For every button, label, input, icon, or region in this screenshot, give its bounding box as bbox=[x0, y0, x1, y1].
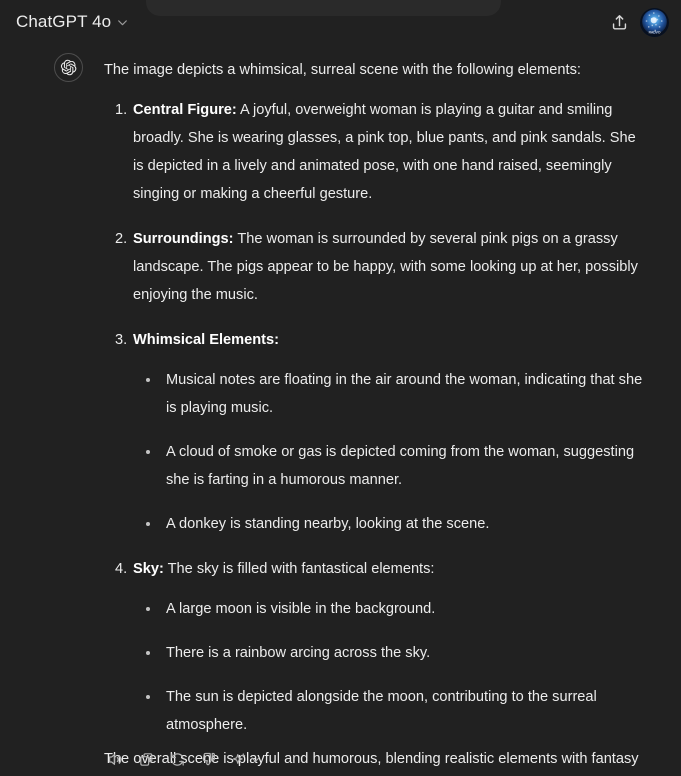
list-item: A donkey is standing nearby, looking at … bbox=[137, 510, 644, 538]
copy-icon bbox=[138, 751, 155, 768]
item-title: Central Figure: bbox=[133, 102, 237, 118]
intro-paragraph: The image depicts a whimsical, surreal s… bbox=[104, 62, 581, 78]
copy-button[interactable] bbox=[133, 746, 160, 773]
chevron-down-icon bbox=[251, 754, 261, 765]
item-title: Whimsical Elements: bbox=[133, 332, 279, 348]
model-switch-button[interactable] bbox=[226, 746, 263, 773]
assistant-message: The image depicts a whimsical, surreal s… bbox=[104, 56, 644, 776]
openai-logo-icon bbox=[60, 59, 77, 76]
avatar-label: RADVO bbox=[649, 30, 661, 34]
list-item: A cloud of smoke or gas is depicted comi… bbox=[137, 438, 644, 494]
assistant-avatar bbox=[54, 53, 83, 82]
user-avatar[interactable]: RADVO bbox=[640, 7, 669, 37]
list-item: Sky: The sky is filled with fantastical … bbox=[104, 555, 644, 739]
share-upload-icon bbox=[610, 13, 629, 32]
sparkle-icon bbox=[231, 751, 248, 768]
item-title: Surroundings: bbox=[133, 231, 234, 247]
item-title: Sky: bbox=[133, 561, 164, 577]
chevron-down-icon bbox=[116, 16, 129, 29]
list-item: A large moon is visible in the backgroun… bbox=[137, 595, 644, 623]
avatar-image: RADVO bbox=[640, 7, 669, 37]
share-button[interactable] bbox=[604, 7, 634, 37]
regenerate-button[interactable] bbox=[164, 746, 191, 773]
whimsical-sub-list: Musical notes are floating in the air ar… bbox=[137, 366, 644, 538]
refresh-icon bbox=[169, 751, 186, 768]
item-body: The sky is filled with fantastical eleme… bbox=[163, 561, 435, 577]
model-name-label: ChatGPT 4o bbox=[16, 12, 112, 31]
thumbs-down-icon bbox=[200, 751, 217, 768]
speaker-icon bbox=[107, 751, 124, 768]
read-aloud-button[interactable] bbox=[102, 746, 129, 773]
sparkle-button[interactable] bbox=[226, 746, 253, 773]
message-action-bar bbox=[102, 746, 263, 773]
list-item: Central Figure: A joyful, overweight wom… bbox=[104, 96, 644, 208]
model-switcher-button[interactable]: ChatGPT 4o bbox=[14, 8, 135, 36]
app-header: ChatGPT 4o RADVO bbox=[0, 0, 681, 44]
list-item: Musical notes are floating in the air ar… bbox=[137, 366, 644, 422]
thumbs-down-button[interactable] bbox=[195, 746, 222, 773]
sub-list-wrapper: Musical notes are floating in the air ar… bbox=[133, 366, 644, 538]
list-item: Surroundings: The woman is surrounded by… bbox=[104, 225, 644, 309]
list-item: Whimsical Elements: Musical notes are fl… bbox=[104, 326, 644, 538]
list-item: The sun is depicted alongside the moon, … bbox=[137, 683, 644, 739]
list-item: There is a rainbow arcing across the sky… bbox=[137, 639, 644, 667]
sub-list-wrapper: A large moon is visible in the backgroun… bbox=[133, 595, 644, 739]
sky-sub-list: A large moon is visible in the backgroun… bbox=[137, 595, 644, 739]
elements-ordered-list: Central Figure: A joyful, overweight wom… bbox=[104, 96, 644, 739]
